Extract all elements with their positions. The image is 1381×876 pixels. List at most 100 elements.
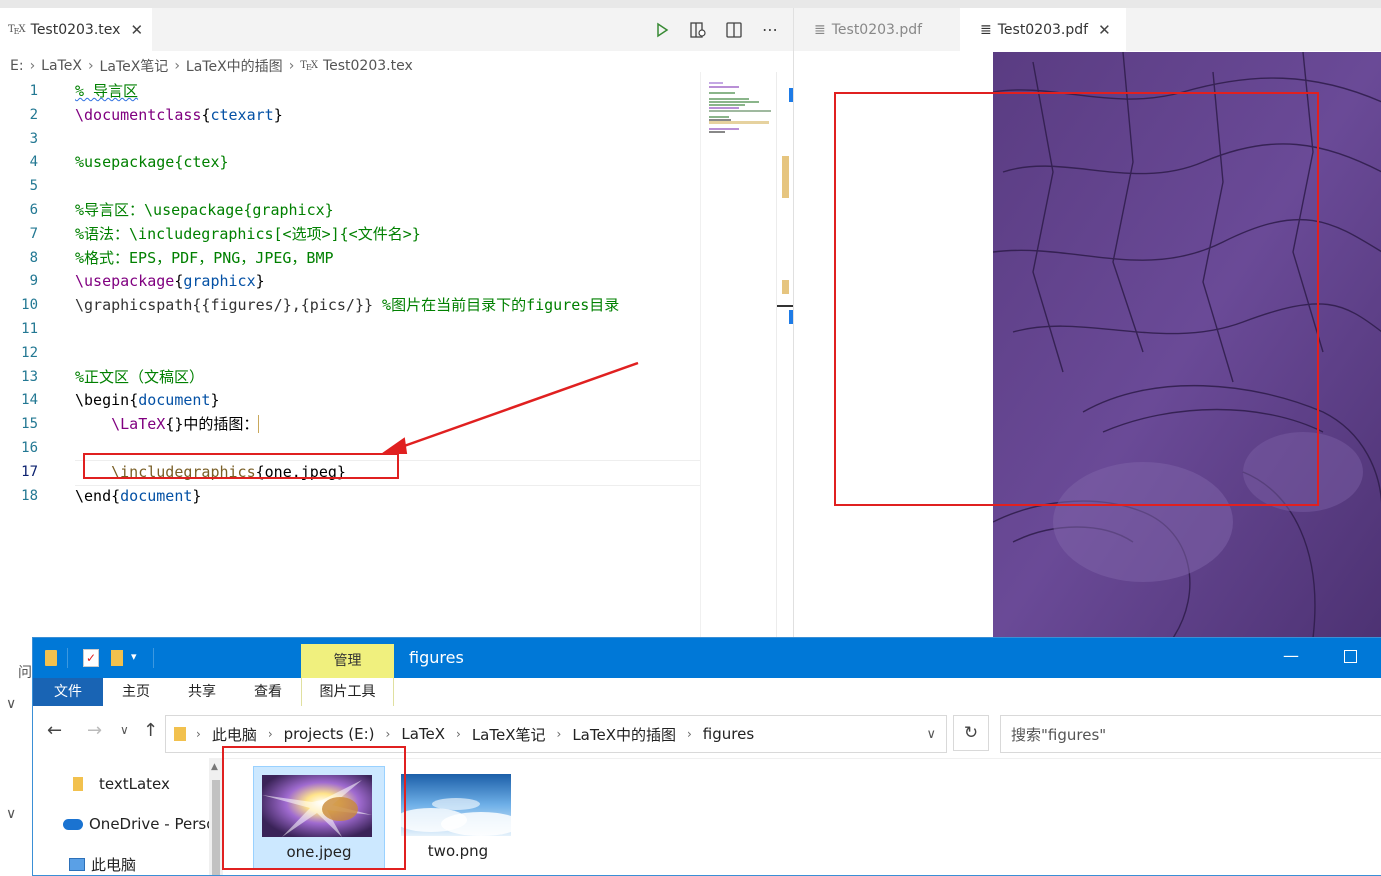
code-editor: TEX Test0203.tex ✕ ⋯ E: › LaTeX › LaTeX笔记 ›… [0, 8, 794, 648]
breadcrumb-item[interactable]: LaTeX [41, 58, 82, 74]
comment: %正文区（文稿区） [75, 367, 205, 386]
ribbon-tab-home[interactable]: 主页 [103, 678, 169, 706]
line-number: 12 [21, 344, 38, 361]
nav-item-this-pc[interactable]: 此电脑 [69, 852, 136, 876]
line-number: 11 [21, 320, 38, 337]
recent-locations-icon[interactable]: ∨ [120, 723, 129, 737]
chevron-right-icon: › [87, 58, 94, 74]
latex-command: \documentclass [75, 105, 202, 124]
chevron-right-icon: › [288, 58, 295, 74]
chevron-right-icon[interactable]: › [268, 727, 273, 741]
code-line: \documentclass{ctexart} [75, 105, 283, 124]
file-icon: ≣ [814, 21, 826, 38]
ribbon-tab-view[interactable]: 查看 [235, 678, 301, 706]
ribbon-tab-file[interactable]: 文件 [33, 678, 103, 706]
address-segment[interactable]: LaTeX笔记 [472, 724, 546, 745]
scroll-up-icon[interactable]: ▲ [211, 762, 218, 772]
split-editor-icon[interactable] [723, 19, 745, 41]
new-folder-icon[interactable] [111, 650, 123, 666]
forward-arrow-icon[interactable]: → [87, 720, 102, 741]
chevron-right-icon[interactable]: › [196, 727, 201, 741]
back-arrow-icon[interactable]: ← [47, 720, 62, 741]
close-icon[interactable]: ✕ [130, 21, 143, 39]
nav-item-onedrive[interactable]: OneDrive - Perso [63, 812, 215, 836]
onedrive-cloud-icon [63, 818, 83, 830]
line-number: 3 [29, 130, 38, 147]
address-segment[interactable]: LaTeX中的插图 [572, 724, 676, 745]
minimap[interactable] [700, 72, 777, 648]
editor-panel: 问 ∨ ∨ [0, 648, 33, 875]
nav-item-label: textLatex [99, 775, 170, 793]
code-line: %导言区：\usepackage{graphicx} [75, 199, 700, 223]
folder-icon [174, 727, 186, 741]
address-segment[interactable]: projects (E:) [284, 725, 375, 743]
comment: %格式：EPS，PDF，PNG，JPEG，BMP [75, 248, 334, 267]
line-number: 1 [29, 83, 38, 99]
line-number: 13 [21, 368, 38, 385]
file-item-two-png[interactable]: two.png [393, 766, 523, 868]
more-actions-icon[interactable]: ⋯ [759, 19, 781, 41]
nav-item-textlatex[interactable]: textLatex [73, 772, 170, 796]
line-number: 4 [29, 154, 38, 171]
ribbon-tabs: 文件 主页 共享 查看 图片工具 [33, 678, 1381, 706]
address-segment[interactable]: LaTeX [401, 725, 445, 743]
quick-access-dropdown-icon[interactable]: ▾ [131, 650, 137, 663]
latex-argument: document [138, 391, 211, 410]
nav-scrollbar[interactable]: ▲ [209, 758, 223, 875]
breadcrumb-item[interactable]: LaTeX中的插图 [186, 56, 283, 76]
line-number: 17 [21, 463, 38, 480]
ribbon-tab-share[interactable]: 共享 [169, 678, 235, 706]
panel-label: 问 [18, 665, 32, 681]
comment: %usepackage{ctex} [75, 153, 229, 172]
tab-test0203-pdf-inactive[interactable]: ≣ Test0203.pdf [814, 8, 922, 51]
chevron-down-icon[interactable]: ∨ [6, 806, 16, 822]
address-segment[interactable]: 此电脑 [212, 724, 257, 745]
explorer-titlebar: ✓ ▾ 管理 figures — [33, 638, 1381, 678]
tab-test0203-pdf-active[interactable]: ≣ Test0203.pdf ✕ [960, 8, 1126, 51]
preview-pdf-icon[interactable] [687, 19, 709, 41]
chevron-right-icon[interactable]: › [557, 727, 562, 741]
address-segment[interactable]: figures [703, 725, 754, 743]
line-number: 5 [29, 178, 38, 195]
divider [153, 648, 154, 668]
breadcrumb-item[interactable]: E: [10, 58, 24, 74]
scroll-thumb[interactable] [212, 780, 220, 875]
divider [67, 648, 68, 668]
ribbon-tab-picture-tools[interactable]: 图片工具 [301, 678, 394, 706]
breadcrumb: E: › LaTeX › LaTeX笔记 › LaTeX中的插图 › TEX Test0… [10, 56, 413, 76]
breadcrumb-item[interactable]: LaTeX笔记 [100, 56, 169, 76]
code-line: %格式：EPS，PDF，PNG，JPEG，BMP [75, 247, 700, 271]
ribbon-context-tab-manage[interactable]: 管理 [301, 644, 394, 678]
line-number: 14 [21, 392, 38, 409]
navigation-pane: textLatex OneDrive - Perso 此电脑 ▲ [33, 758, 223, 875]
nav-item-label: 此电脑 [91, 855, 137, 874]
maximize-icon[interactable] [1344, 650, 1357, 663]
latex-command: \graphicspath{{figures/},{pics/}} [75, 296, 383, 315]
properties-icon[interactable]: ✓ [83, 649, 99, 667]
chevron-right-icon[interactable]: › [456, 727, 461, 741]
chevron-right-icon[interactable]: › [687, 727, 692, 741]
editor-scrollbar[interactable] [776, 72, 794, 648]
chevron-down-icon[interactable]: ∨ [6, 696, 16, 712]
tab-test0203-tex[interactable]: TEX Test0203.tex ✕ [0, 8, 152, 51]
latex-command: \LaTeX [111, 415, 166, 434]
pdf-tab-bar: ≣ Test0203.pdf ≣ Test0203.pdf ✕ [794, 8, 1381, 51]
address-dropdown-icon[interactable]: ∨ [926, 727, 936, 742]
up-arrow-icon[interactable]: ↑ [143, 720, 158, 741]
minimize-icon[interactable]: — [1283, 646, 1299, 665]
run-icon[interactable] [651, 19, 673, 41]
breadcrumb-item[interactable]: Test0203.tex [323, 58, 413, 74]
search-input[interactable]: 搜索"figures" [1000, 715, 1381, 753]
comment: % 导言区 [75, 82, 139, 100]
code-line: %usepackage{ctex} [75, 151, 700, 175]
line-number-gutter: 1 2 3 4 5 6 7 8 9 10 11 12 13 14 15 16 1… [0, 80, 50, 508]
latex-command: \usepackage [75, 272, 175, 291]
comment: %图片在当前目录下的figures目录 [382, 296, 620, 315]
ribbon-empty-area [394, 678, 1381, 706]
refresh-icon[interactable]: ↻ [953, 715, 989, 751]
line-number: 7 [29, 225, 38, 242]
chevron-right-icon: › [29, 58, 36, 74]
close-icon[interactable]: ✕ [1098, 21, 1111, 39]
chevron-right-icon[interactable]: › [386, 727, 391, 741]
